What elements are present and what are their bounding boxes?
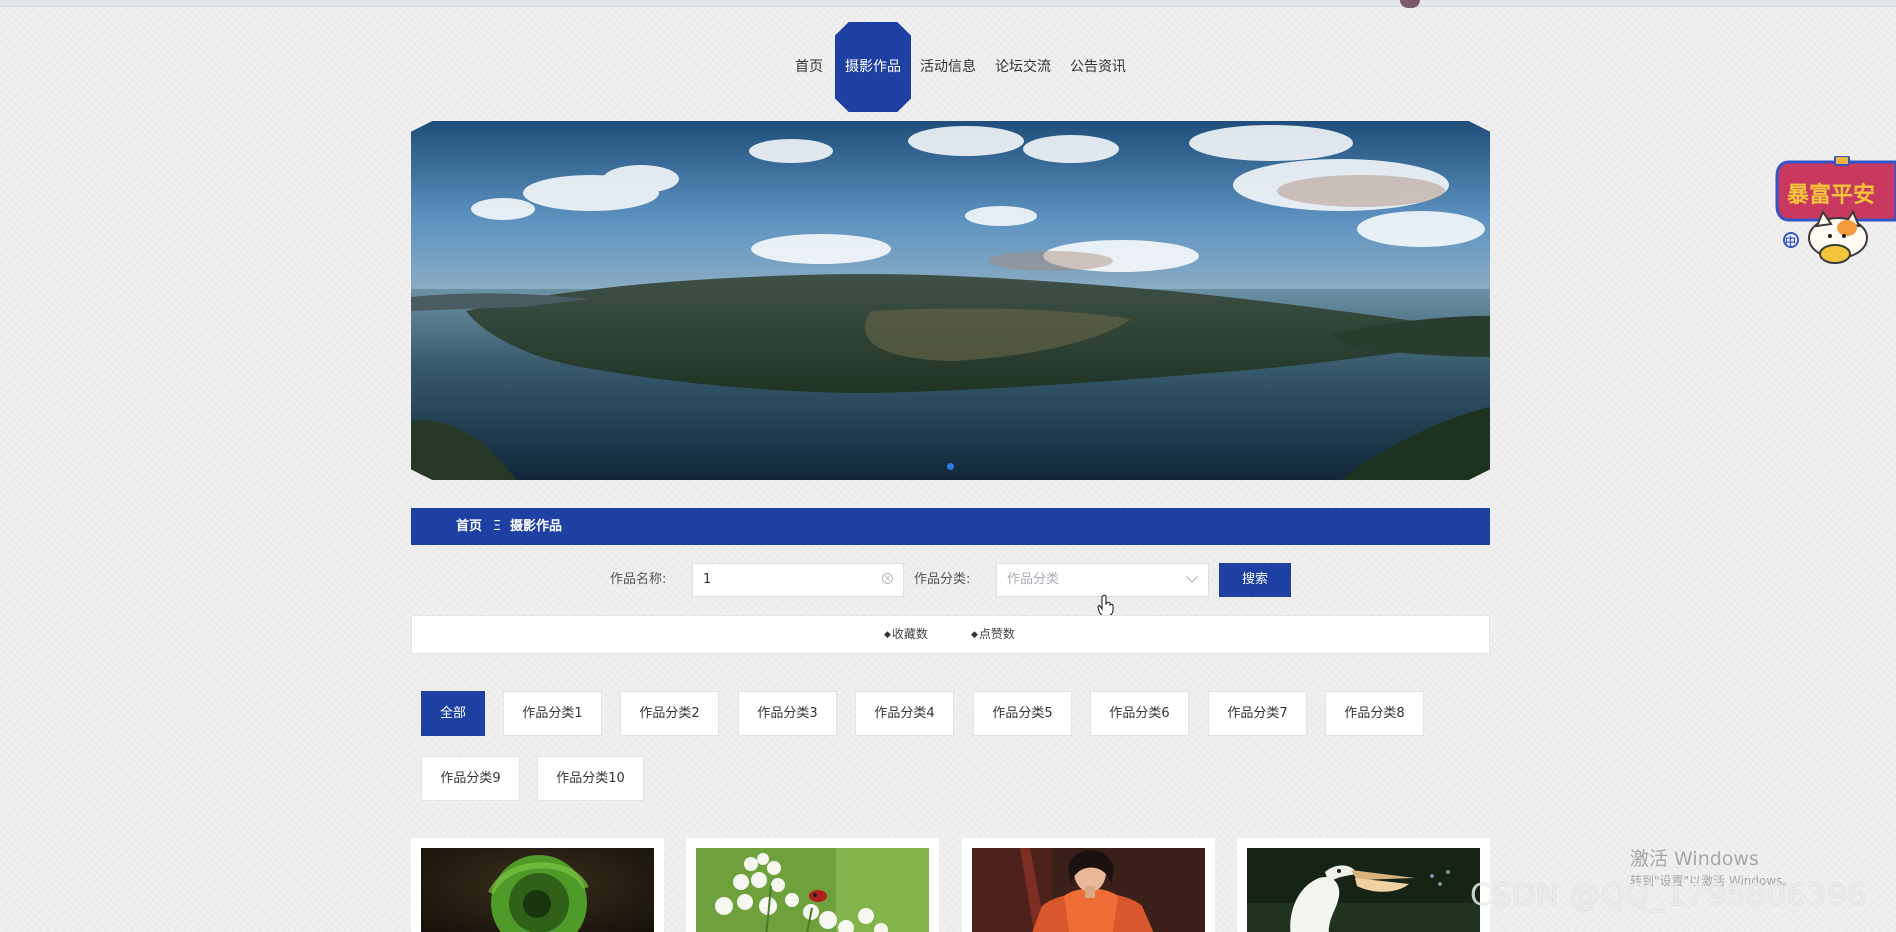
work-name-label: 作品名称: [610,572,667,587]
nav-item-home[interactable]: 首页 [779,22,839,112]
category-4[interactable]: 作品分类4 [855,691,954,736]
sort-favorites-label: 收藏数 [891,627,928,641]
category-2[interactable]: 作品分类2 [620,691,719,736]
category-3[interactable]: 作品分类3 [738,691,837,736]
photo-thumbnail[interactable] [1247,848,1480,932]
category-5[interactable]: 作品分类5 [973,691,1072,736]
promo-badge: 中 [1785,234,1796,248]
category-6[interactable]: 作品分类6 [1090,691,1189,736]
photo-thumbnail[interactable] [421,848,654,932]
nav-item-activities[interactable]: 活动信息 [915,22,981,112]
nav-item-forum[interactable]: 论坛交流 [990,22,1056,112]
breadcrumb-current: 摄影作品 [510,519,563,534]
work-category-label: 作品分类: [914,572,971,587]
banner-carousel[interactable] [411,121,1490,480]
breadcrumb: 首页 Ξ 摄影作品 [411,508,1490,545]
sort-likes[interactable]: ◆点赞数 [971,616,1015,654]
category-7[interactable]: 作品分类7 [1208,691,1307,736]
breadcrumb-separator: Ξ [493,519,502,534]
clear-icon[interactable]: × [882,573,893,584]
category-8[interactable]: 作品分类8 [1325,691,1424,736]
photo-card[interactable] [686,838,939,932]
sort-icon: ◆ [971,630,978,640]
photo-card[interactable] [1237,838,1490,932]
windows-activation-title: 激活 Windows [1630,848,1759,870]
browser-top-strip [0,0,1896,7]
category-10[interactable]: 作品分类10 [537,756,644,801]
banner-landscape-image [411,121,1490,480]
sort-favorites[interactable]: ◆收藏数 [884,616,928,654]
search-button[interactable]: 搜索 [1219,563,1291,597]
nav-item-photo-works[interactable]: 摄影作品 [835,22,911,112]
sort-likes-label: 点赞数 [978,627,1015,641]
category-all[interactable]: 全部 [421,691,485,736]
work-category-select[interactable]: 作品分类 [996,563,1209,597]
main-nav: 首页 摄影作品 活动信息 论坛交流 公告资讯 [0,22,1896,112]
breadcrumb-home[interactable]: 首页 [456,508,482,545]
promo-text: 暴富平安 [1786,182,1875,208]
work-name-input[interactable]: 1 [692,563,904,597]
sort-icon: ◆ [884,630,891,640]
csdn-watermark: CSDN @QQ_1795806396 [1470,878,1868,913]
nav-item-announcements[interactable]: 公告资讯 [1065,22,1131,112]
photo-thumbnail[interactable] [696,848,929,932]
category-9[interactable]: 作品分类9 [421,756,520,801]
category-1[interactable]: 作品分类1 [503,691,602,736]
photo-card[interactable] [411,838,664,932]
sort-bar: ◆收藏数 ◆点赞数 [411,615,1490,654]
photo-thumbnail[interactable] [972,848,1205,932]
photo-card[interactable] [962,838,1215,932]
promo-sticker[interactable]: 暴富平安 中 [1775,155,1896,266]
carousel-indicator-dot[interactable] [947,463,954,470]
